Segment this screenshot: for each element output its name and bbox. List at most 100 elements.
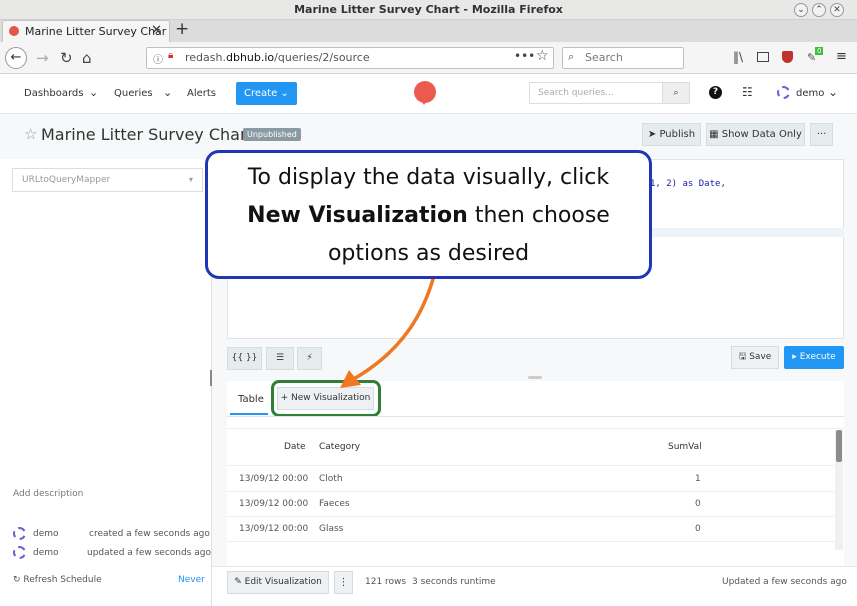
chevron-down-icon[interactable]: ⌄ [89,86,98,99]
edit-visualization-label: Edit Visualization [244,577,322,587]
divider [227,465,835,466]
back-icon[interactable]: ← [5,47,27,69]
autocomplete-button[interactable]: ⚡ [297,347,322,370]
tab-close-icon[interactable]: ✕ [151,23,162,38]
url-bar[interactable]: redash.dbhub.io/queries/2/source [146,47,554,69]
settings-sliders-icon[interactable]: ☷ [742,85,753,99]
editor-resize-handle[interactable] [528,376,542,379]
favorite-star-icon[interactable]: ☆ [24,125,37,143]
cell-category: Glass [319,524,344,534]
save-button[interactable]: 🖫 Save [731,346,779,369]
cell-date: 13/09/12 00:00 [239,499,309,509]
cell-date: 13/09/12 00:00 [239,524,309,534]
resize-handle[interactable] [210,370,212,386]
bookmark-star-icon[interactable]: ☆ [536,48,549,64]
add-description-link[interactable]: Add description [13,489,83,499]
menu-icon[interactable]: ≡ [836,49,847,64]
cell-sumval: 1 [695,474,701,484]
callout-line-1: To display the data visually, click [247,165,610,190]
chevron-down-icon: ⌄ [280,88,289,99]
cell-category: Faeces [319,499,350,509]
scrollbar-thumb[interactable] [836,430,842,462]
publish-button[interactable]: ➤ Publish [642,123,701,146]
format-query-button[interactable]: ☰ [266,347,294,370]
nav-dashboards[interactable]: Dashboards [24,88,83,99]
visualization-menu-button[interactable]: ⋮ [334,571,353,594]
more-actions-button[interactable]: ··· [810,123,833,146]
page-actions-icon[interactable]: ••• [514,49,535,63]
search-icon: ⌕ [568,50,575,63]
url-path: /queries/2/source [274,51,370,64]
updated-status: Updated a few seconds ago [722,577,847,587]
divider [227,491,835,492]
save-label: Save [749,352,772,362]
active-tab-indicator [230,413,268,415]
callout-line-2: New Visualization then choose [208,197,649,235]
sidebar-icon[interactable] [757,52,769,62]
cell-date: 13/09/12 00:00 [239,474,309,484]
status-badge: Unpublished [243,128,301,141]
minimize-icon[interactable]: ⌄ [794,3,808,17]
arrow-head [340,370,361,388]
cell-sumval: 0 [695,524,701,534]
page-title[interactable]: Marine Litter Survey Chart [41,125,253,144]
save-icon: 🖫 [738,352,747,362]
created-time: created a few seconds ago [89,529,210,539]
add-parameter-button[interactable]: {{ }} [227,347,262,370]
refresh-schedule-text: Refresh Schedule [23,575,102,585]
browser-tab[interactable]: Marine Litter Survey Char [2,20,170,42]
cell-category: Cloth [319,474,343,484]
chevron-down-icon[interactable]: ⌄ [163,86,172,99]
updater-avatar-icon [13,546,26,559]
column-header-date[interactable]: Date [284,442,306,452]
caret-down-icon: ▾ [189,175,194,184]
cell-sumval: 0 [695,499,701,509]
refresh-schedule-value[interactable]: Never [178,575,205,585]
redash-logo-tail [420,99,428,105]
callout-line-3: options as desired [327,241,530,266]
create-label: Create [244,88,278,99]
close-window-icon[interactable]: ✕ [830,3,844,17]
home-icon[interactable]: ⌂ [82,49,92,67]
window-title: Marine Litter Survey Chart - Mozilla Fir… [0,0,857,20]
created-user: demo [33,529,59,539]
insecure-lock-icon: 🔒︎ [168,50,174,61]
nav-alerts[interactable]: Alerts [187,88,216,99]
execute-label: Execute [799,352,836,362]
callout-line-2-rest: then choose [467,203,610,228]
create-button[interactable]: Create ⌄ [236,82,297,105]
updated-user: demo [33,548,59,558]
tab-table[interactable]: Table [238,394,264,405]
column-header-sumval[interactable]: SumVal [668,442,702,452]
new-tab-icon[interactable]: + [175,19,189,39]
edit-visualization-button[interactable]: ✎ Edit Visualization [227,571,329,594]
help-icon[interactable]: ? [709,86,722,99]
refresh-schedule-label: ↻ Refresh Schedule [13,575,102,585]
send-icon: ➤ [647,129,657,140]
divider [227,541,835,542]
info-icon[interactable]: ⓘ [153,51,163,66]
execute-button[interactable]: ▸ Execute [784,346,844,369]
column-header-category[interactable]: Category [319,442,360,452]
shield-icon[interactable] [782,51,793,63]
maximize-icon[interactable]: ⌃ [812,3,826,17]
annotation-arrow-icon [340,271,437,388]
redash-favicon-icon [9,26,19,36]
reload-icon[interactable]: ↻ [60,49,73,67]
search-icon[interactable]: ⌕ [662,82,690,104]
callout-bold-text: New Visualization [247,203,468,228]
schema-select[interactable]: URLtoQueryMapper [12,168,203,192]
library-icon[interactable]: ‖\ [733,50,743,64]
creator-avatar-icon [13,527,26,540]
user-avatar-icon[interactable] [777,86,790,99]
addon-badge: 0 [815,47,824,55]
user-name[interactable]: demo [796,88,824,99]
refresh-icon: ↻ [13,575,21,585]
chevron-down-icon[interactable]: ⌄ [828,85,838,99]
browser-search-input[interactable]: Search [562,47,684,69]
show-data-only-button[interactable]: ▦ Show Data Only [706,123,805,146]
forward-icon[interactable]: → [36,49,49,67]
nav-queries[interactable]: Queries [114,88,153,99]
url-domain: dbhub.io [225,51,275,64]
divider [227,416,844,417]
